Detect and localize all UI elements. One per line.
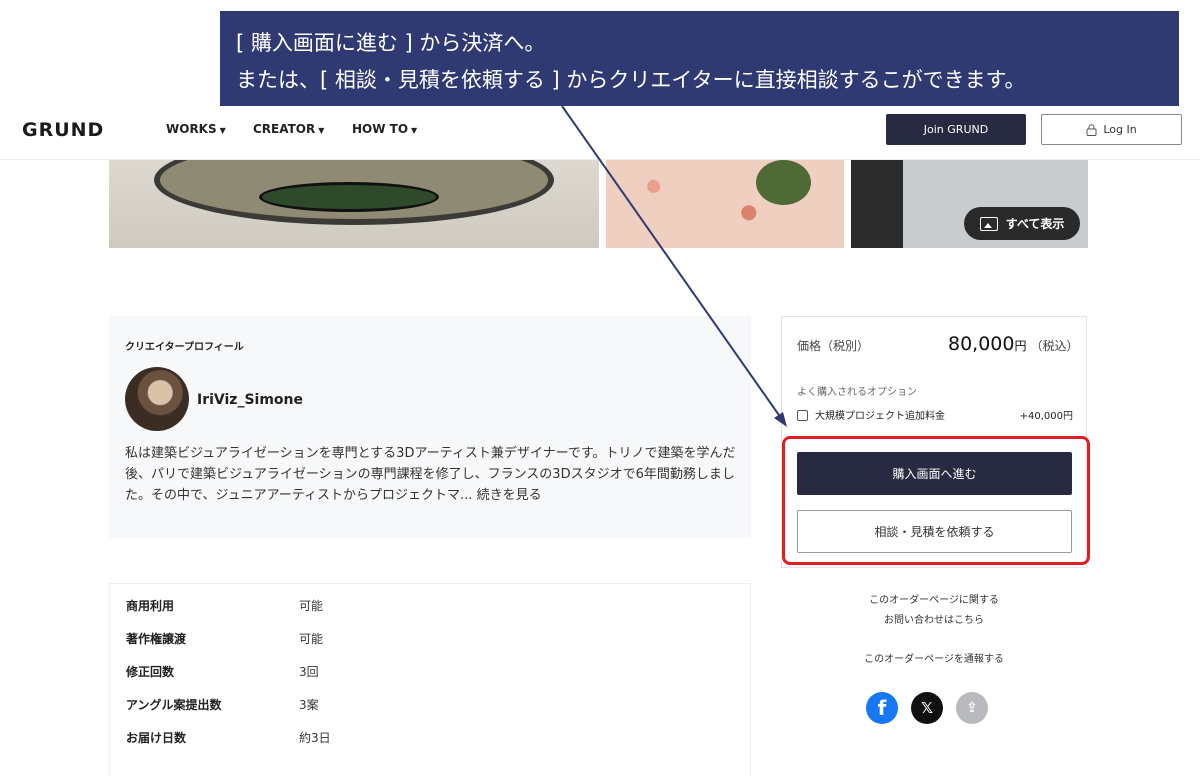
option-label: 大規模プロジェクト追加料金	[815, 411, 945, 422]
nav-label: WORKS	[166, 122, 217, 136]
site-logo[interactable]: GRUND	[22, 119, 104, 141]
bio-text: 私は建築ビジュアライゼーションを専門とする3Dアーティスト兼デザイナーです。トリ…	[125, 446, 736, 503]
option-checkbox[interactable]	[797, 410, 808, 421]
nav-works[interactable]: WORKS ▼	[166, 122, 226, 136]
creator-username[interactable]: IriViz_Simone	[197, 392, 303, 408]
spec-value: 3案	[299, 698, 319, 712]
option-large-project[interactable]: 大規模プロジェクト追加料金 +40,000円	[797, 407, 1073, 422]
site-header: GRUND WORKS ▼ CREATOR ▼ HOW TO ▼ Join GRUND…	[0, 100, 1200, 160]
spec-value: 約3日	[299, 731, 331, 745]
join-button[interactable]: Join GRUND	[886, 114, 1026, 145]
price-unit: 円	[1014, 339, 1027, 353]
inquiry-line-1: このオーダーページに関する	[869, 595, 999, 606]
caret-down-icon: ▼	[411, 126, 418, 135]
gallery-image-2[interactable]	[606, 160, 844, 248]
options-heading: よく購入されるオプション	[797, 387, 917, 398]
nav-label: HOW TO	[352, 122, 409, 136]
caret-down-icon: ▼	[219, 126, 226, 135]
inquiry-line-2: お問い合わせはこちら	[884, 615, 984, 626]
read-more-link[interactable]: 続きを見る	[477, 488, 542, 503]
option-price: +40,000円	[1019, 411, 1073, 422]
show-all-photos-button[interactable]: すべて表示	[964, 207, 1080, 240]
price-label: 価格（税別）	[797, 339, 870, 353]
spec-value: 可能	[299, 632, 324, 646]
spec-label: 著作権譲渡	[126, 632, 187, 646]
login-label: Log In	[1103, 123, 1137, 136]
spec-label: お届け日数	[126, 731, 187, 745]
inquiry-link[interactable]: このオーダーページに関する お問い合わせはこちら	[781, 591, 1087, 631]
buttons-highlight-frame	[782, 436, 1090, 565]
callout-line-1: [ 購入画面に進む ] から決済へ。	[236, 31, 546, 55]
facebook-icon[interactable]: f	[866, 692, 898, 724]
spec-label: 商用利用	[126, 599, 175, 613]
photo-icon	[979, 216, 998, 231]
show-all-label: すべて表示	[1005, 217, 1065, 231]
report-link[interactable]: このオーダーページを通報する	[781, 650, 1087, 670]
gallery-image-main[interactable]	[109, 160, 599, 248]
nav-howto[interactable]: HOW TO ▼	[352, 122, 417, 136]
instruction-callout: [ 購入画面に進む ] から決済へ。 または、[ 相談・見積を依頼する ] から…	[220, 11, 1179, 106]
spec-value: 可能	[299, 599, 324, 613]
spec-label: 修正回数	[126, 665, 175, 679]
price-value: 80,000	[948, 333, 1015, 355]
profile-heading: クリエイタープロフィール	[125, 342, 244, 353]
order-specs-table: 商用利用 可能 著作権譲渡 可能 修正回数 3回 アングル案提出数 3案 お届け日数 約3…	[109, 583, 751, 776]
caret-down-icon: ▼	[318, 126, 325, 135]
center-pool-shape	[259, 182, 439, 212]
nav-creator[interactable]: CREATOR ▼	[253, 122, 324, 136]
price-amount: 80,000円 （税込）	[948, 333, 1079, 355]
lock-icon	[1086, 123, 1097, 136]
nav-label: CREATOR	[253, 122, 316, 136]
creator-profile-card: クリエイタープロフィール IriViz_Simone 私は建築ビジュアライゼーシ…	[109, 316, 751, 538]
callout-line-2: または、[ 相談・見積を依頼する ] からクリエイターに直接相談するこができます…	[236, 68, 1026, 92]
login-button[interactable]: Log In	[1041, 114, 1182, 145]
plant-shape	[756, 160, 811, 205]
x-icon[interactable]: 𝕏	[911, 692, 943, 724]
spec-label: アングル案提出数	[126, 698, 222, 712]
creator-bio: 私は建築ビジュアライゼーションを専門とする3Dアーティスト兼デザイナーです。トリ…	[125, 443, 740, 506]
spec-value: 3回	[299, 665, 319, 679]
avatar[interactable]	[125, 367, 189, 431]
share-icon[interactable]: ⇪	[956, 692, 988, 724]
price-tax-note: （税込）	[1030, 339, 1079, 353]
